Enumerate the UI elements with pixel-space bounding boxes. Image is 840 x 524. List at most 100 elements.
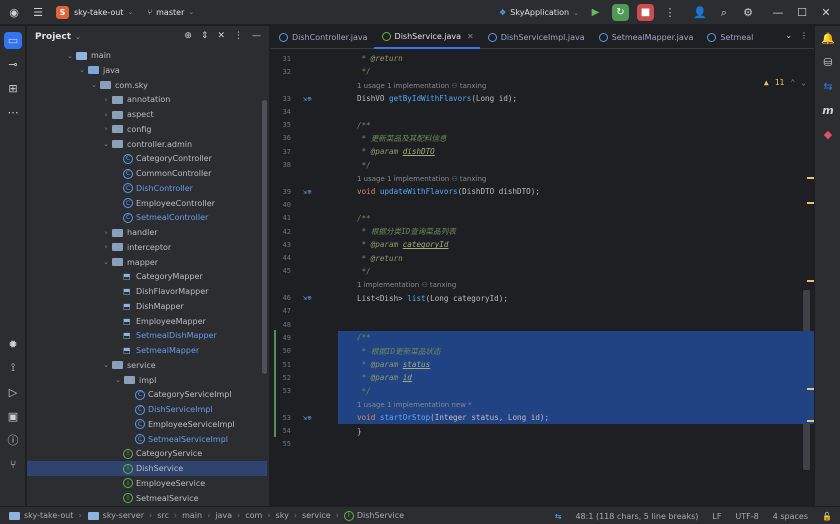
caret-position[interactable]: 48:1 (118 chars, 5 line breaks) bbox=[575, 512, 698, 521]
app-logo-icon[interactable]: ◉ bbox=[6, 4, 22, 20]
lock-icon[interactable]: 🔓 bbox=[822, 512, 832, 521]
chevron-right-icon[interactable]: › bbox=[101, 125, 111, 133]
chevron-down-icon[interactable]: ⌄ bbox=[101, 258, 111, 266]
collapse-all-icon[interactable]: ✕ bbox=[217, 31, 225, 41]
tree-item[interactable]: C CommonController bbox=[27, 166, 267, 181]
breadcrumb-item[interactable]: main bbox=[182, 511, 202, 520]
indent-setting[interactable]: 4 spaces bbox=[773, 512, 808, 521]
tree-item[interactable]: ⌄ com.sky bbox=[27, 78, 267, 93]
notifications-icon[interactable]: 🔔 bbox=[815, 26, 840, 50]
tree-item[interactable]: › handler bbox=[27, 225, 267, 240]
implementation-gutter-icon[interactable]: ⇲⊕ bbox=[291, 188, 336, 196]
rerun-button[interactable]: ↻ bbox=[612, 4, 629, 21]
git-icon[interactable]: ⑂ bbox=[0, 452, 26, 476]
editor-tab[interactable]: DishController.java bbox=[271, 26, 374, 49]
tree-item[interactable]: C CategoryServiceImpl bbox=[27, 387, 267, 402]
chevron-down-icon[interactable]: ⌄ bbox=[77, 66, 87, 74]
chevron-down-icon[interactable]: ⌄ bbox=[89, 81, 99, 89]
inspections-widget[interactable]: ▲ 11 ⌃ ⌄ bbox=[764, 78, 806, 87]
tree-item[interactable]: ⬒ EmployeeMapper bbox=[27, 314, 267, 329]
chevron-down-icon[interactable]: ⌄ bbox=[801, 78, 806, 87]
tree-item[interactable]: ⌄ main bbox=[27, 48, 267, 63]
code-lens-hint[interactable]: 1 usage 1 implementation ⚇ tanxing bbox=[357, 82, 486, 90]
run-icon[interactable]: ▷ bbox=[0, 380, 26, 404]
line-separator[interactable]: LF bbox=[712, 512, 721, 521]
tree-item[interactable]: ⬒ SetmealDishMapper bbox=[27, 328, 267, 343]
tree-item[interactable]: C CategoryController bbox=[27, 151, 267, 166]
tree-item[interactable]: I DishService bbox=[27, 461, 267, 476]
tree-item[interactable]: ⬒ DishFlavorMapper bbox=[27, 284, 267, 299]
tree-item[interactable]: › aspect bbox=[27, 107, 267, 122]
scrollbar-marker[interactable] bbox=[807, 388, 814, 390]
chevron-right-icon[interactable]: › bbox=[101, 111, 111, 119]
branch-switcher[interactable]: ⑂ master ⌄ bbox=[147, 8, 194, 17]
editor-tab[interactable]: SetmealMapper.java bbox=[591, 26, 700, 49]
chevron-down-icon[interactable]: ⌄ bbox=[113, 376, 123, 384]
tree-item[interactable]: C SetmealServiceImpl bbox=[27, 432, 267, 447]
implementation-gutter-icon[interactable]: ⇲⊕ bbox=[291, 95, 336, 103]
tree-item[interactable]: ⬒ DishMapper bbox=[27, 299, 267, 314]
breadcrumb-item[interactable]: service bbox=[302, 511, 331, 520]
scrollbar-marker[interactable] bbox=[807, 420, 814, 422]
more-tools-icon[interactable]: ⋯ bbox=[0, 100, 26, 124]
structure-icon[interactable]: ⊞ bbox=[0, 76, 26, 100]
terminal-icon[interactable]: ▣ bbox=[0, 404, 26, 428]
services-icon[interactable]: ⟟ bbox=[0, 356, 26, 380]
tree-scrollbar[interactable] bbox=[262, 100, 267, 374]
run-config-selector[interactable]: ❖ SkyApplication ⌄ bbox=[499, 8, 579, 17]
commit-icon[interactable]: ⊸ bbox=[0, 52, 26, 76]
breadcrumb-item[interactable]: sky-server bbox=[87, 511, 144, 520]
code-lens-hint[interactable]: 1 usage 1 implementation ⚇ tanxing bbox=[357, 175, 486, 183]
tree-item[interactable]: ⬒ CategoryMapper bbox=[27, 269, 267, 284]
tree-item[interactable]: ⌄ java bbox=[27, 63, 267, 78]
chevron-down-icon[interactable]: ⌄ bbox=[65, 52, 75, 60]
debug-icon[interactable]: ✹ bbox=[0, 332, 26, 356]
tree-item[interactable]: ⌄ controller.admin bbox=[27, 137, 267, 152]
project-switcher[interactable]: S sky-take-out ⌄ bbox=[56, 5, 133, 19]
tree-item[interactable]: C DishController bbox=[27, 181, 267, 196]
breadcrumb-item[interactable]: com bbox=[245, 511, 262, 520]
editor-tab[interactable]: Setmeal bbox=[699, 26, 759, 49]
chevron-down-icon[interactable]: ⌄ bbox=[101, 140, 111, 148]
hide-icon[interactable]: — bbox=[252, 31, 261, 41]
chevron-right-icon[interactable]: › bbox=[101, 243, 111, 251]
chevron-down-icon[interactable]: ⌄ bbox=[785, 31, 792, 40]
close-icon[interactable]: ✕ bbox=[818, 5, 834, 21]
database-icon[interactable]: ⛁ bbox=[815, 50, 840, 74]
chevron-right-icon[interactable]: › bbox=[101, 96, 111, 104]
tree-item[interactable]: C DishServiceImpl bbox=[27, 402, 267, 417]
more-actions-icon[interactable]: ⋮ bbox=[662, 5, 678, 21]
close-icon[interactable]: ✕ bbox=[467, 32, 474, 41]
search-icon[interactable]: ⌕ bbox=[716, 5, 732, 21]
code-area[interactable]: ▲ 11 ⌃ ⌄ 31 * @return 32 */1 usage 1 impl… bbox=[271, 50, 814, 506]
scrollbar-marker[interactable] bbox=[807, 202, 814, 204]
tree-item[interactable]: ⬒ SetmealMapper bbox=[27, 343, 267, 358]
endpoints-icon[interactable]: ⇆ bbox=[815, 74, 840, 98]
breadcrumb-item[interactable]: java bbox=[215, 511, 232, 520]
tree-item[interactable]: I EmployeeService bbox=[27, 476, 267, 491]
problems-icon[interactable]: ⓘ bbox=[0, 428, 26, 452]
gear-icon[interactable]: ⚙ bbox=[740, 5, 756, 21]
tree-item[interactable]: I SetmealService bbox=[27, 491, 267, 506]
options-icon[interactable]: ⋮ bbox=[234, 31, 243, 41]
tree-item[interactable]: ⌄ impl bbox=[27, 373, 267, 388]
chevron-up-icon[interactable]: ⌃ bbox=[790, 78, 795, 87]
expand-all-icon[interactable]: ⇕ bbox=[201, 31, 209, 41]
code-lens-hint[interactable]: 1 usage 1 implementation new * bbox=[357, 401, 472, 409]
sync-icon[interactable]: ⇆ bbox=[555, 512, 562, 521]
tree-item[interactable]: › annotation bbox=[27, 92, 267, 107]
scrollbar-marker[interactable] bbox=[807, 280, 814, 282]
tree-item[interactable]: C SetmealController bbox=[27, 210, 267, 225]
stop-button[interactable]: ■ bbox=[637, 4, 654, 21]
run-button[interactable]: ▶ bbox=[587, 4, 604, 21]
tree-item[interactable]: I CategoryService bbox=[27, 446, 267, 461]
maximize-icon[interactable]: ☐ bbox=[794, 5, 810, 21]
implementation-gutter-icon[interactable]: ⇲⊕ bbox=[291, 294, 336, 302]
tree-item[interactable]: C EmployeeController bbox=[27, 196, 267, 211]
chevron-down-icon[interactable]: ⌄ bbox=[101, 361, 111, 369]
breadcrumb-item[interactable]: sky-take-out bbox=[8, 511, 73, 520]
more-actions-icon[interactable]: ⋮ bbox=[800, 31, 808, 40]
tree-item[interactable]: ⌄ service bbox=[27, 358, 267, 373]
tree-item[interactable]: ⌄ mapper bbox=[27, 255, 267, 270]
breadcrumb-item[interactable]: sky bbox=[276, 511, 289, 520]
